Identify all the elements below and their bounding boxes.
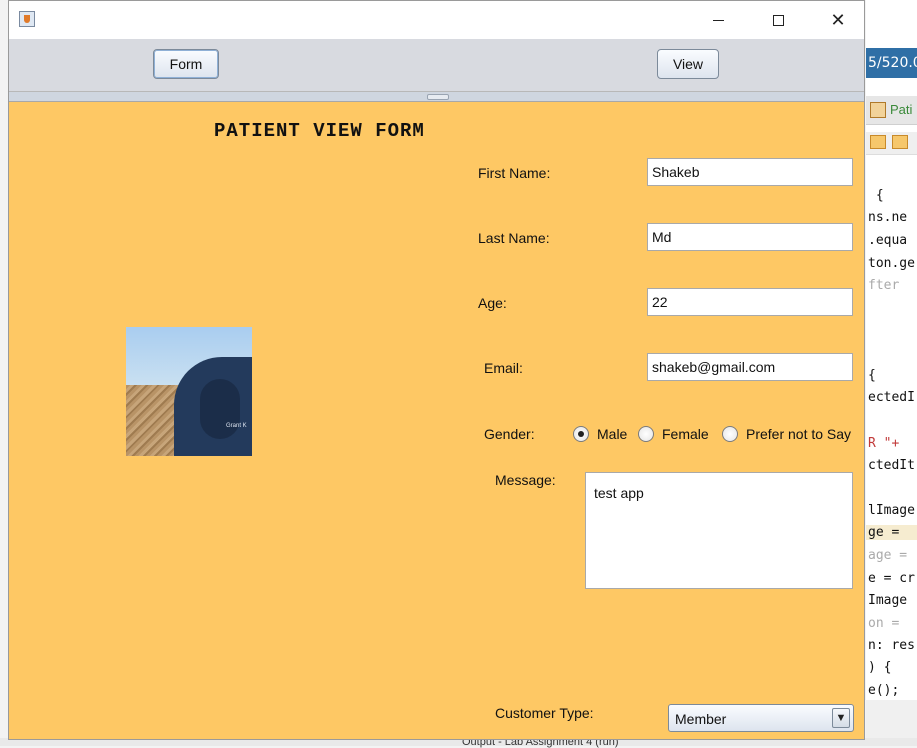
code-line: { (868, 188, 884, 203)
split-pane-divider[interactable] (9, 92, 864, 102)
forward-icon[interactable] (892, 135, 908, 149)
code-line: ns.ne (868, 210, 908, 225)
editor-toolbar (866, 132, 917, 155)
code-line: R "+ (868, 436, 908, 451)
photo-shirt-logo: Grant K (226, 423, 247, 429)
photo-shirt-shade (200, 379, 240, 439)
age-label: Age: (478, 295, 507, 311)
message-label: Message: (495, 472, 556, 488)
background-ide: 5/520.0M Pati { ns.ne .equa ton.ge fter { ecte… (866, 0, 917, 746)
gender-option-label: Prefer not to Say (746, 426, 852, 442)
age-field[interactable] (647, 288, 853, 316)
radio-unselected-icon[interactable] (638, 426, 654, 442)
customer-type-select[interactable]: Member ▼ (668, 704, 854, 732)
radio-selected-icon[interactable] (573, 426, 589, 442)
gender-option-label: Female (662, 426, 709, 442)
last-name-label: Last Name: (478, 230, 550, 246)
first-name-label: First Name: (478, 165, 551, 181)
customer-type-label: Customer Type: (495, 705, 594, 721)
code-line: e(); (868, 683, 900, 698)
minimize-icon (712, 19, 724, 21)
email-label: Email: (484, 360, 523, 376)
code-line: ton.ge (868, 256, 915, 271)
view-button[interactable]: View (657, 49, 719, 79)
code-line: ge = (866, 525, 917, 540)
gender-option-label: Male (597, 426, 628, 442)
first-name-field[interactable] (647, 158, 853, 186)
code-line: ctedIt (868, 458, 915, 473)
minimize-button[interactable] (695, 1, 741, 39)
divider-grip-icon[interactable] (427, 94, 449, 100)
code-line: n: res (868, 638, 915, 653)
gender-option-female[interactable]: Female (638, 426, 709, 442)
code-line: .equa (868, 233, 908, 248)
message-textarea[interactable]: test app (585, 472, 853, 589)
gender-option-male[interactable]: Male (573, 426, 627, 442)
title-bar[interactable]: ✕ (9, 1, 864, 39)
code-line: e = cr (868, 571, 915, 586)
code-line: on = (868, 616, 908, 631)
code-line: fter (868, 278, 900, 293)
code-line: ectedI (868, 390, 915, 405)
editor-tab[interactable]: Pati (866, 96, 917, 125)
code-line: lImage (868, 503, 915, 518)
chevron-down-icon[interactable]: ▼ (832, 708, 850, 728)
radio-unselected-icon[interactable] (722, 426, 738, 442)
maximize-icon (772, 14, 784, 26)
toolbar: Form View (9, 39, 864, 92)
memory-indicator: 5/520.0M (866, 48, 917, 78)
page-title: PATIENT VIEW FORM (214, 120, 425, 142)
gender-option-prefer-not[interactable]: Prefer not to Say (722, 426, 851, 442)
gender-label: Gender: (484, 426, 535, 442)
code-line: { (868, 368, 876, 383)
close-icon: ✕ (830, 9, 846, 31)
back-icon[interactable] (870, 135, 886, 149)
last-name-field[interactable] (647, 223, 853, 251)
java-file-icon (870, 102, 886, 118)
patient-view-panel: PATIENT VIEW FORM Grant K First Name: La… (9, 102, 864, 739)
maximize-button[interactable] (755, 1, 801, 39)
patient-window: ✕ Form View PATIENT VIEW FORM Grant K Fi… (8, 0, 865, 740)
code-line: ) { (868, 660, 892, 675)
code-line: age = (868, 548, 908, 563)
memory-indicator-text: 5/520.0M (868, 55, 917, 71)
java-cup-icon (19, 11, 35, 27)
email-field[interactable] (647, 353, 853, 381)
form-button[interactable]: Form (153, 49, 219, 79)
editor-tab-label: Pati (890, 102, 913, 117)
close-button[interactable]: ✕ (815, 1, 861, 39)
customer-type-value: Member (675, 711, 727, 727)
patient-photo: Grant K (126, 327, 252, 456)
code-line: Image (868, 593, 908, 608)
